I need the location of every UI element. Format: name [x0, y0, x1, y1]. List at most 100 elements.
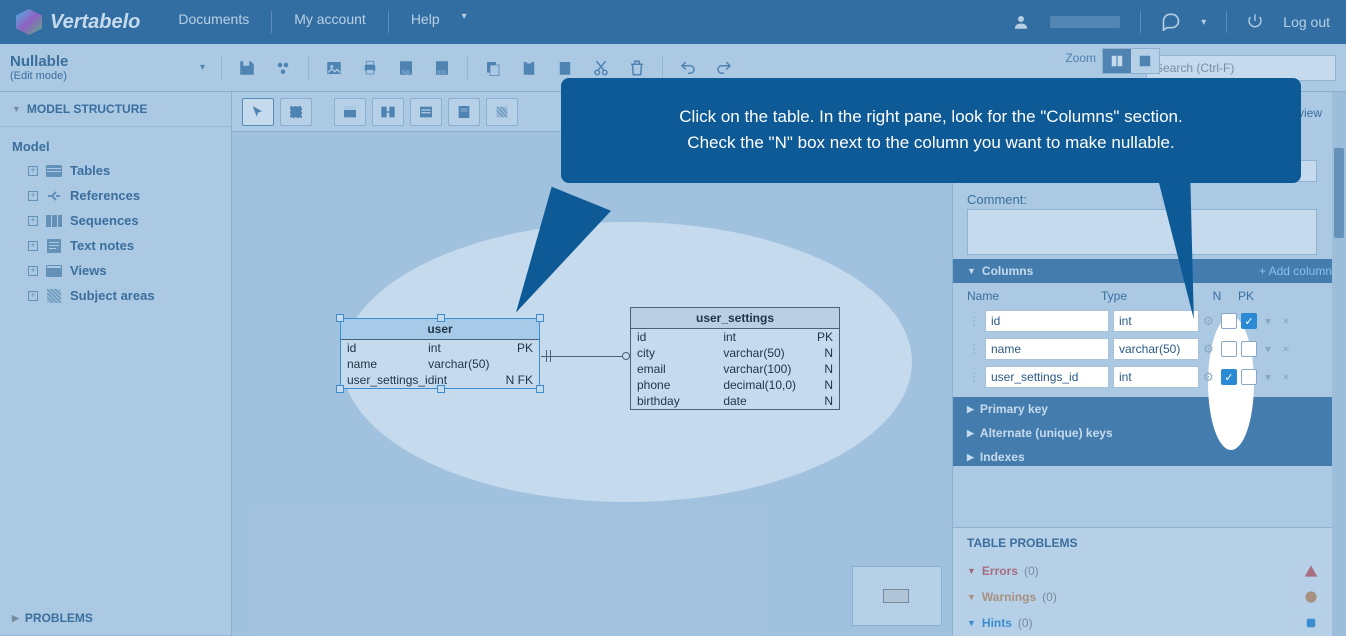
nav-help[interactable]: Help	[411, 11, 440, 33]
problems-warnings-row[interactable]: ▼Warnings(0)	[953, 584, 1332, 610]
nullable-checkbox[interactable]: ✓	[1221, 369, 1237, 385]
remove-icon[interactable]: ×	[1279, 314, 1293, 328]
canvas-table-user[interactable]: user idintPK namevarchar(50) user_settin…	[340, 318, 540, 389]
tree-item-sequences[interactable]: +Sequences	[10, 208, 221, 233]
selection-handle[interactable]	[437, 314, 445, 322]
tree-item-references[interactable]: + References	[10, 183, 221, 208]
selection-handle[interactable]	[437, 385, 445, 393]
pk-checkbox[interactable]	[1241, 341, 1257, 357]
tree-label: References	[70, 188, 140, 203]
marquee-tool-icon[interactable]	[280, 98, 312, 126]
panel-model-structure-header[interactable]: ▼ MODEL STRUCTURE	[0, 92, 231, 127]
chevron-down-icon[interactable]: ▾	[1261, 370, 1275, 384]
tree-item-subject-areas[interactable]: +Subject areas	[10, 283, 221, 308]
pointer-tool-icon[interactable]	[242, 98, 274, 126]
tree-root[interactable]: Model	[10, 135, 221, 158]
nullable-checkbox[interactable]	[1221, 313, 1237, 329]
logout-link[interactable]: Log out	[1283, 14, 1330, 30]
bubble-line1: Click on the table. In the right pane, l…	[601, 104, 1261, 130]
tree-item-text-notes[interactable]: + Text notes	[10, 233, 221, 258]
search-placeholder: Search (Ctrl-F)	[1155, 61, 1234, 75]
section-columns-header[interactable]: ▼ Columns + Add column	[953, 259, 1346, 283]
tree-item-tables[interactable]: +Tables	[10, 158, 221, 183]
comment-textarea[interactable]	[967, 209, 1317, 255]
view-design-icon[interactable]	[1103, 49, 1131, 73]
tree-label: Text notes	[70, 238, 134, 253]
table-problems-panel: TABLE PROBLEMS ▼Errors(0) ▼Warnings(0) ▼…	[953, 527, 1332, 636]
add-area-icon[interactable]	[486, 98, 518, 126]
problems-errors-row[interactable]: ▼Errors(0)	[953, 558, 1332, 584]
copy-icon[interactable]	[478, 53, 508, 83]
scrollbar-thumb[interactable]	[1334, 148, 1344, 238]
brand-name: Vertabelo	[50, 11, 140, 34]
image-icon[interactable]	[319, 53, 349, 83]
nullable-checkbox[interactable]	[1221, 341, 1237, 357]
canvas-table-user-settings[interactable]: user_settings idintPK cityvarchar(50)N e…	[630, 307, 840, 410]
warning-icon	[1304, 564, 1318, 578]
table-row: idintPK	[341, 340, 539, 356]
doc-icon[interactable]: DOC	[427, 53, 457, 83]
remove-icon[interactable]: ×	[1279, 370, 1293, 384]
selection-handle[interactable]	[336, 385, 344, 393]
nav-documents[interactable]: Documents	[178, 11, 249, 33]
view-icon	[46, 264, 62, 278]
column-name-input[interactable]: user_settings_id	[985, 366, 1109, 388]
tutorial-bubble: Click on the table. In the right pane, l…	[561, 78, 1301, 183]
paste-icon[interactable]	[514, 53, 544, 83]
add-column-link[interactable]: + Add column	[1259, 264, 1332, 278]
info-icon	[1304, 616, 1318, 630]
gear-icon[interactable]: ⚙	[1203, 370, 1217, 384]
divider	[388, 11, 389, 33]
note-icon	[46, 239, 62, 253]
minimap-viewport	[883, 589, 909, 603]
relation-line[interactable]	[541, 356, 630, 357]
share-icon[interactable]	[268, 53, 298, 83]
pk-checkbox[interactable]: ✓	[1241, 313, 1257, 329]
print-icon[interactable]	[355, 53, 385, 83]
search-input[interactable]: Search (Ctrl-F)	[1146, 55, 1336, 81]
pk-checkbox[interactable]	[1241, 369, 1257, 385]
save-icon[interactable]	[232, 53, 262, 83]
drag-handle-icon[interactable]: ⋮	[967, 314, 981, 328]
chevron-down-icon[interactable]: ▾	[1261, 314, 1275, 328]
nav-my-account[interactable]: My account	[294, 11, 366, 33]
drag-handle-icon[interactable]: ⋮	[967, 342, 981, 356]
relation-tick	[550, 350, 551, 362]
gear-icon[interactable]: ⚙	[1203, 342, 1217, 356]
drag-handle-icon[interactable]: ⋮	[967, 370, 981, 384]
column-type-input[interactable]: int	[1113, 366, 1199, 388]
expand-icon[interactable]: +	[28, 191, 38, 201]
minimap[interactable]	[852, 566, 942, 626]
chat-icon[interactable]	[1161, 11, 1181, 34]
column-type-input[interactable]: varchar(50)	[1113, 338, 1199, 360]
remove-icon[interactable]: ×	[1279, 342, 1293, 356]
view-full-icon[interactable]	[1131, 49, 1159, 73]
user-icon[interactable]	[1012, 13, 1030, 31]
problems-hints-row[interactable]: ▼Hints(0)	[953, 610, 1332, 636]
add-note-icon[interactable]	[448, 98, 480, 126]
selection-handle[interactable]	[336, 314, 344, 322]
section-primary-key[interactable]: ▶Primary key	[953, 397, 1346, 421]
chevron-down-icon[interactable]: ▾	[200, 62, 205, 73]
column-name-input[interactable]: name	[985, 338, 1109, 360]
section-indexes[interactable]: ▶Indexes	[953, 445, 1346, 466]
column-name-input[interactable]: id	[985, 310, 1109, 332]
add-view-icon[interactable]	[410, 98, 442, 126]
brand-logo[interactable]: Vertabelo	[16, 9, 140, 35]
doc-title-block[interactable]: Nullable (Edit mode)	[10, 53, 180, 82]
section-alternate-keys[interactable]: ▶Alternate (unique) keys	[953, 421, 1346, 445]
tree-item-views[interactable]: +Views	[10, 258, 221, 283]
doc-title: Nullable	[10, 53, 180, 70]
sql-icon[interactable]: SQL	[391, 53, 421, 83]
expand-icon[interactable]: +	[28, 241, 38, 251]
add-table-icon[interactable]	[334, 98, 366, 126]
expand-icon[interactable]: +	[28, 266, 38, 276]
expand-icon[interactable]: +	[28, 291, 38, 301]
panel-problems-header[interactable]: ▶ PROBLEMS	[0, 601, 231, 636]
expand-icon[interactable]: +	[28, 166, 38, 176]
expand-icon[interactable]: +	[28, 216, 38, 226]
add-reference-icon[interactable]	[372, 98, 404, 126]
power-icon[interactable]	[1247, 13, 1263, 32]
chevron-down-icon[interactable]: ▾	[1261, 342, 1275, 356]
selection-handle[interactable]	[536, 385, 544, 393]
